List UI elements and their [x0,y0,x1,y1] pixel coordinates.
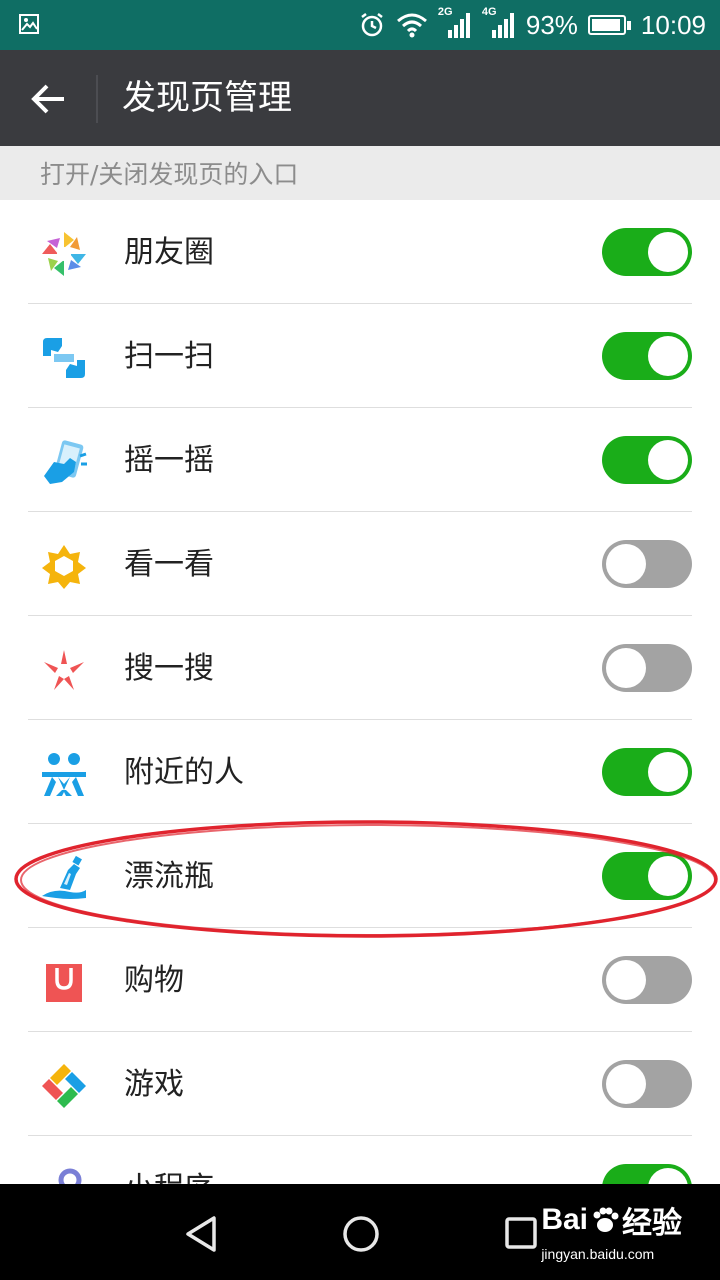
list-item-label: 扫一扫 [124,339,214,374]
mini-program-icon [58,1168,82,1184]
shake-icon [44,440,87,484]
battery-icon [587,15,631,35]
baidu-jingyan-watermark: Bai 经验 jingyan.baidu.com [541,1198,682,1262]
list-item-label: 摇一摇 [124,443,214,478]
signal-2g-icon: 2G [438,6,472,40]
system-nav-bar: Bai 经验 jingyan.baidu.com [0,1184,720,1280]
back-triangle-icon[interactable] [182,1214,222,1254]
toggle-switch[interactable] [602,1164,692,1184]
toggle-switch[interactable] [602,436,692,484]
toggle-switch[interactable] [602,228,692,276]
toggle-switch[interactable] [602,540,692,588]
signal-4g-icon: 4G [482,6,516,40]
drift-bottle-icon [42,855,86,899]
baidu-paw-icon [593,1207,619,1232]
watermark-url: jingyan.baidu.com [541,1246,655,1262]
list-item-top-stories[interactable]: 看一看 [0,512,720,616]
wifi-icon [396,13,427,38]
list-item-label: 漂流瓶 [124,859,214,894]
people-nearby-icon [42,753,86,796]
list-item-mini-programs[interactable]: 小程序 [0,1136,720,1184]
title-divider [96,75,98,123]
toggle-switch[interactable] [602,748,692,796]
top-stories-icon [42,545,86,589]
toggle-switch[interactable] [602,644,692,692]
list-item-label: 看一看 [124,547,214,582]
section-header: 打开/关闭发现页的入口 [0,146,720,200]
shopping-bag-icon [46,964,82,1002]
clock: 10:09 [640,9,706,40]
list-item-label: 搜一搜 [124,651,214,686]
list-item-label: 小程序 [124,1136,214,1184]
list-item-games[interactable]: 游戏 [0,1032,720,1136]
battery-percent: 93% [525,9,578,40]
list-item-shopping[interactable]: 购物 [0,928,720,1032]
list-item-shake[interactable]: 摇一摇 [0,408,720,512]
scan-icon [43,338,85,378]
list-item-search[interactable]: 搜一搜 [0,616,720,720]
list-item-moments[interactable]: 朋友圈 [0,200,720,304]
discover-entry-list: 朋友圈 扫一扫 摇一摇 看一看 搜一搜 附近的人 漂流瓶 购物 游戏 [0,200,720,1184]
image-icon [19,14,39,34]
alarm-icon [361,13,383,37]
list-item-drift-bottle[interactable]: 漂流瓶 [0,824,720,928]
recents-square-icon[interactable] [504,1216,538,1250]
page-title: 发现页管理 [122,78,292,118]
watermark-brand-left: Bai [541,1203,588,1236]
status-bar: 2G 4G 93% 10:09 [0,0,720,50]
watermark-brand-right: 经验 [622,1207,682,1240]
search-icon [44,650,84,690]
list-item-label: 朋友圈 [124,235,214,270]
games-icon [42,1064,86,1108]
arrow-left-icon[interactable] [24,74,74,124]
list-item-scan[interactable]: 扫一扫 [0,304,720,408]
title-bar: 发现页管理 [0,50,720,146]
list-item-label: 购物 [124,963,184,998]
section-title: 打开/关闭发现页的入口 [40,160,299,189]
list-item-people-nearby[interactable]: 附近的人 [0,720,720,824]
toggle-switch[interactable] [602,852,692,900]
toggle-switch[interactable] [602,332,692,380]
toggle-switch[interactable] [602,1060,692,1108]
home-circle-icon[interactable] [341,1214,381,1254]
list-item-label: 游戏 [124,1067,184,1102]
toggle-switch[interactable] [602,956,692,1004]
list-item-label: 附近的人 [124,755,244,790]
moments-icon [42,232,86,276]
